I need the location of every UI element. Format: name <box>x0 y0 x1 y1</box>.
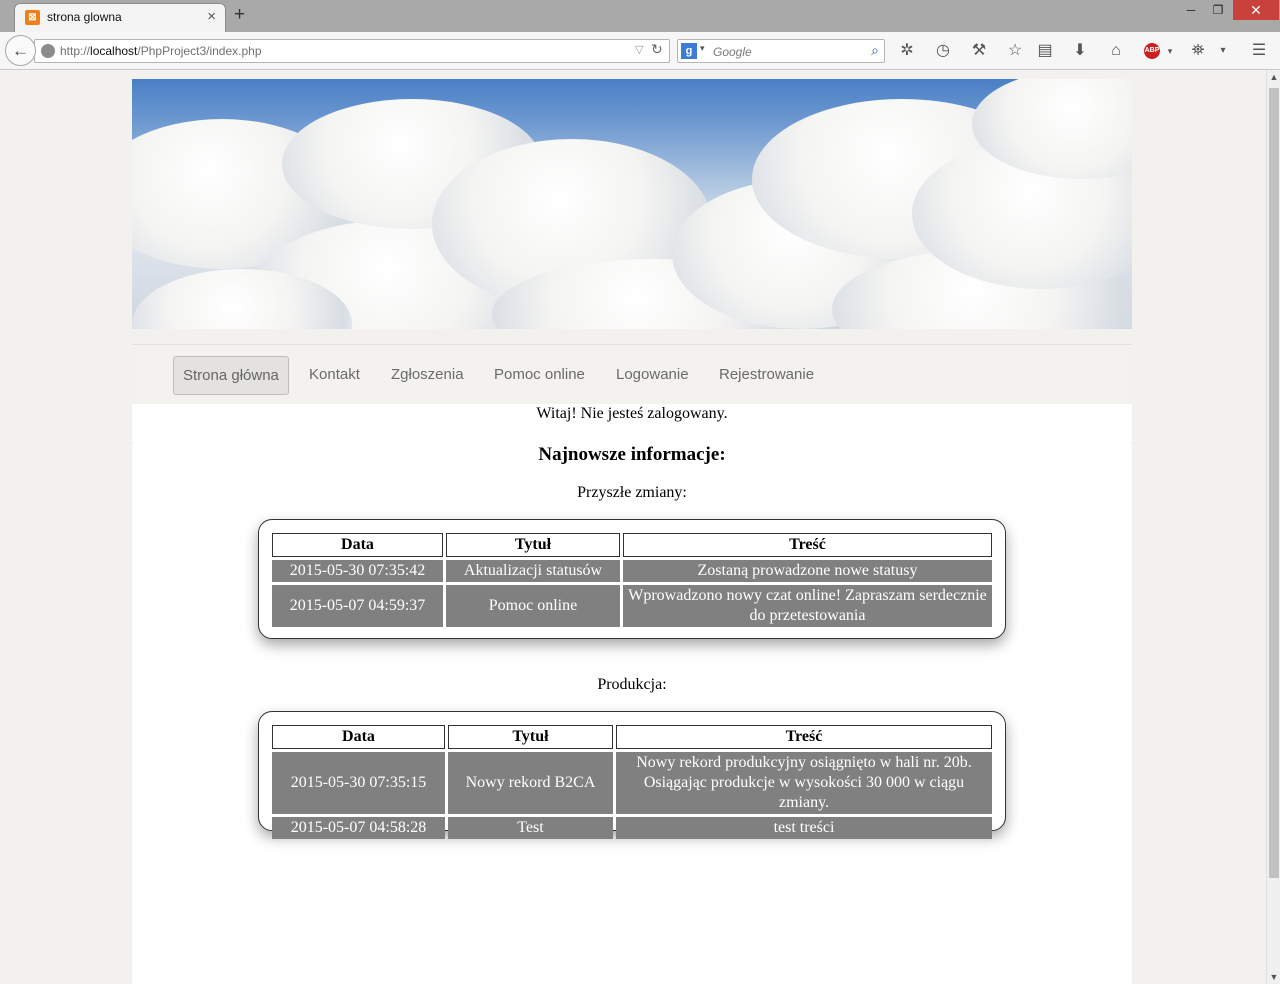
wrench-icon[interactable]: ⚒ <box>969 41 989 61</box>
browser-tab-bar: ⊠ strona glowna × + ─ ❐ ✕ <box>0 0 1280 32</box>
reload-icon[interactable]: ↻ <box>651 41 663 58</box>
future-changes-table: Data Tytuł Treść 2015-05-30 07:35:42 Akt… <box>269 530 995 630</box>
production-box: Data Tytuł Treść 2015-05-30 07:35:15 Now… <box>258 711 1006 839</box>
history-dropdown-icon[interactable]: ▽ <box>635 43 643 56</box>
row-date: 2015-05-07 04:58:28 <box>272 817 445 839</box>
menu-item-zgloszenia[interactable]: Zgłoszenia <box>382 356 473 395</box>
search-icon[interactable]: ⌕ <box>871 42 879 59</box>
row-content: test treści <box>616 817 992 839</box>
news-panel: Najnowsze informacje: Przyszłe zmiany: D… <box>132 442 1132 984</box>
browser-navigation-bar: http://localhost/PhpProject3/index.php ▽… <box>0 32 1280 70</box>
table-row: 2015-05-30 07:35:15 Nowy rekord B2CA Now… <box>272 752 992 814</box>
scroll-up-icon[interactable]: ▲ <box>1267 72 1280 82</box>
production-table: Data Tytuł Treść 2015-05-30 07:35:15 Now… <box>269 722 995 842</box>
menu-item-logowanie[interactable]: Logowanie <box>607 356 698 395</box>
header-banner-image <box>132 79 1132 329</box>
row-title: Aktualizacji statusów <box>446 560 620 582</box>
main-menu: Strona główna Kontakt Zgłoszenia Pomoc o… <box>132 344 1132 404</box>
tab-close-icon[interactable]: × <box>207 8 216 25</box>
tab-title: strona glowna <box>47 10 122 24</box>
table-row: 2015-05-07 04:59:37 Pomoc online Wprowad… <box>272 585 992 627</box>
bookmark-star-icon[interactable]: ☆ <box>1005 41 1025 61</box>
menu-item-kontakt[interactable]: Kontakt <box>300 356 369 395</box>
google-engine-icon[interactable]: g <box>681 43 697 59</box>
adblock-dropdown-icon[interactable]: ▾ <box>1160 41 1180 61</box>
row-content: Zostaną prowadzone nowe statusy <box>623 560 992 582</box>
table-row: 2015-05-07 04:58:28 Test test treści <box>272 817 992 839</box>
row-date: 2015-05-30 07:35:42 <box>272 560 443 582</box>
scroll-thumb[interactable] <box>1269 88 1279 878</box>
globe-icon <box>41 44 55 58</box>
back-arrow-icon: ← <box>12 41 29 60</box>
row-date: 2015-05-30 07:35:15 <box>272 752 445 814</box>
vertical-scrollbar[interactable]: ▲ ▼ <box>1266 70 1280 984</box>
menu-item-pomoc-online[interactable]: Pomoc online <box>485 356 594 395</box>
column-header-tresc: Treść <box>616 725 992 749</box>
column-header-data: Data <box>272 533 443 557</box>
table-header-row: Data Tytuł Treść <box>272 533 992 557</box>
row-content: Nowy rekord produkcyjny osiągnięto w hal… <box>616 752 992 814</box>
table-row: 2015-05-30 07:35:42 Aktualizacji statusó… <box>272 560 992 582</box>
restore-icon[interactable]: ❐ <box>1203 0 1233 20</box>
column-header-data: Data <box>272 725 445 749</box>
section-title-production: Produkcja: <box>597 676 667 693</box>
engine-dropdown-icon[interactable]: ▾ <box>700 43 705 54</box>
menu-item-rejestrowanie[interactable]: Rejestrowanie <box>710 356 823 395</box>
download-icon[interactable]: ⬇ <box>1070 41 1090 61</box>
page-viewport: Strona główna Kontakt Zgłoszenia Pomoc o… <box>0 70 1266 984</box>
history-clock-icon[interactable]: ◷ <box>933 41 953 61</box>
gear-icon[interactable]: ✲ <box>897 41 917 61</box>
url-bar[interactable]: http://localhost/PhpProject3/index.php ▽… <box>34 39 670 63</box>
scroll-down-icon[interactable]: ▼ <box>1267 972 1280 982</box>
row-title: Pomoc online <box>446 585 620 627</box>
xampp-icon: ⊠ <box>25 10 40 25</box>
search-bar[interactable]: g ▾ Google ⌕ <box>677 39 885 63</box>
back-button[interactable]: ← <box>5 35 36 66</box>
future-changes-box: Data Tytuł Treść 2015-05-30 07:35:42 Akt… <box>258 519 1006 639</box>
close-window-icon[interactable]: ✕ <box>1233 0 1279 20</box>
browser-tab[interactable]: ⊠ strona glowna × <box>14 3 226 32</box>
section-title-future-changes: Przyszłe zmiany: <box>577 484 687 501</box>
row-title: Nowy rekord B2CA <box>448 752 613 814</box>
reading-list-icon[interactable]: ▤ <box>1035 41 1055 61</box>
home-icon[interactable]: ⌂ <box>1106 41 1126 61</box>
menu-item-strona-glowna[interactable]: Strona główna <box>173 356 289 395</box>
url-text: http://localhost/PhpProject3/index.php <box>60 44 262 58</box>
adblock-icon[interactable]: ABP <box>1144 43 1160 59</box>
minimize-icon[interactable]: ─ <box>1176 0 1206 20</box>
column-header-tytul: Tytuł <box>448 725 613 749</box>
menu-hamburger-icon[interactable]: ☰ <box>1249 41 1269 61</box>
row-title: Test <box>448 817 613 839</box>
column-header-tytul: Tytuł <box>446 533 620 557</box>
row-content: Wprowadzono nowy czat online! Zapraszam … <box>623 585 992 627</box>
new-tab-icon[interactable]: + <box>234 4 245 26</box>
page-title: Najnowsze informacje: <box>538 444 726 465</box>
toolbar-overflow-icon[interactable]: ▾ <box>1213 41 1233 61</box>
plugin-icon[interactable]: ⛯ <box>1188 41 1208 61</box>
welcome-message: Witaj! Nie jesteś zalogowany. <box>132 404 1132 442</box>
row-date: 2015-05-07 04:59:37 <box>272 585 443 627</box>
search-placeholder: Google <box>713 45 752 59</box>
table-header-row: Data Tytuł Treść <box>272 725 992 749</box>
column-header-tresc: Treść <box>623 533 992 557</box>
